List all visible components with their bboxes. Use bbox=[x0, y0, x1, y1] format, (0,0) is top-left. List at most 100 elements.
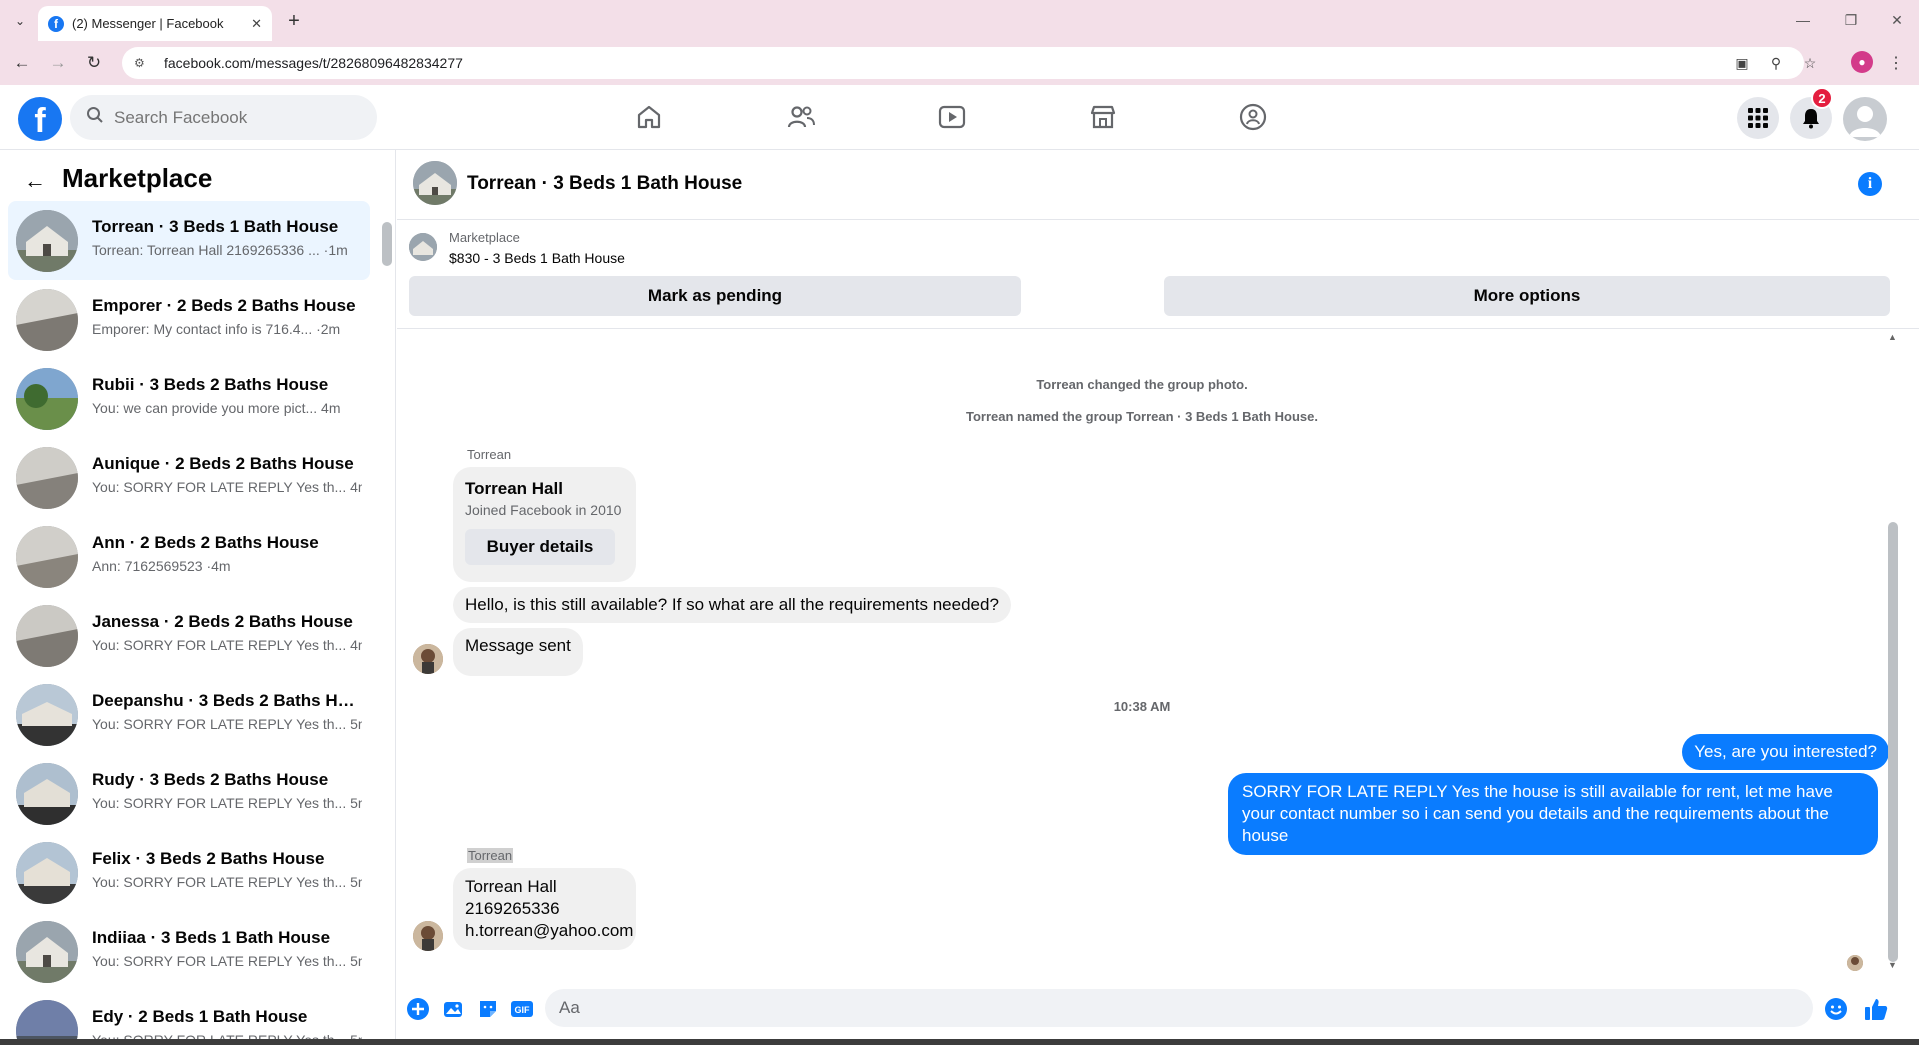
restore-icon[interactable]: ❐ bbox=[1836, 8, 1866, 32]
reload-icon[interactable]: ↻ bbox=[82, 51, 106, 75]
search-icon bbox=[86, 106, 104, 129]
listing-thumbnail[interactable] bbox=[409, 233, 437, 261]
home-icon bbox=[637, 105, 661, 129]
conversation-item[interactable]: Ann · 2 Beds 2 Baths House Ann: 71625695… bbox=[8, 517, 370, 596]
conversation-preview: You: SORRY FOR LATE REPLY Yes th... 5m bbox=[92, 716, 362, 732]
conversation-name: Felix · 3 Beds 2 Baths House bbox=[92, 849, 325, 868]
notification-badge: 2 bbox=[1811, 87, 1833, 109]
chat-header: Torrean · 3 Beds 1 Bath House i bbox=[397, 150, 1919, 220]
message-thread: Torrean changed the group photo. Torrean… bbox=[397, 330, 1897, 980]
conversation-item[interactable]: Emporer · 2 Beds 2 Baths House Emporer: … bbox=[8, 280, 370, 359]
browser-tab[interactable]: f (2) Messenger | Facebook ✕ bbox=[38, 6, 272, 41]
emoji-icon[interactable] bbox=[1823, 996, 1849, 1022]
conversation-item[interactable]: Indiiaa · 3 Beds 1 Bath House You: SORRY… bbox=[8, 912, 370, 991]
conversation-item[interactable]: Aunique · 2 Beds 2 Baths House You: SORR… bbox=[8, 438, 370, 517]
conversation-name: Rubii · 3 Beds 2 Baths House bbox=[92, 375, 329, 394]
chat-title[interactable]: Torrean · 3 Beds 1 Bath House bbox=[467, 173, 742, 195]
account-avatar[interactable] bbox=[1843, 97, 1887, 141]
conversation-preview: You: SORRY FOR LATE REPLY Yes th... 5m bbox=[92, 953, 362, 969]
site-info-icon[interactable]: ⚙ bbox=[134, 56, 154, 70]
system-message: Torrean changed the group photo. bbox=[1036, 377, 1248, 392]
search-input[interactable] bbox=[114, 107, 354, 128]
tab-search-chevron-icon[interactable]: ⌄ bbox=[8, 9, 32, 33]
menu-button[interactable] bbox=[1737, 97, 1779, 139]
conversation-name: Janessa · 2 Beds 2 Baths House bbox=[92, 612, 353, 631]
chat-scrollbar[interactable]: ▲ ▼ bbox=[1885, 330, 1899, 970]
nav-home[interactable] bbox=[594, 91, 704, 143]
incoming-message[interactable]: Message sent bbox=[453, 628, 583, 676]
browser-profile-icon[interactable]: ● bbox=[1851, 51, 1873, 73]
conversation-item[interactable]: Janessa · 2 Beds 2 Baths House You: SORR… bbox=[8, 596, 370, 675]
mark-as-pending-button[interactable]: Mark as pending bbox=[409, 276, 1021, 316]
conversation-sidebar: ← Marketplace Torrean · 3 Beds 1 Bath Ho… bbox=[0, 150, 396, 1045]
back-arrow-icon[interactable]: ← bbox=[20, 166, 50, 196]
window-close-icon[interactable]: ✕ bbox=[1882, 8, 1912, 32]
gif-icon[interactable]: GIF bbox=[509, 996, 535, 1022]
more-options-button[interactable]: More options bbox=[1164, 276, 1890, 316]
url-text[interactable]: facebook.com/messages/t/2826809648283427… bbox=[164, 55, 463, 71]
conversation-item[interactable]: Rudy · 3 Beds 2 Baths House You: SORRY F… bbox=[8, 754, 370, 833]
group-photo-avatar[interactable] bbox=[413, 161, 457, 205]
video-icon bbox=[938, 105, 966, 129]
conversation-item[interactable]: Rubii · 3 Beds 2 Baths House You: we can… bbox=[8, 359, 370, 438]
conversation-item[interactable]: Torrean · 3 Beds 1 Bath House Torrean: T… bbox=[8, 201, 370, 280]
chat-scroll-thumb[interactable] bbox=[1888, 522, 1898, 962]
thumbs-up-icon[interactable] bbox=[1863, 996, 1889, 1022]
sender-avatar[interactable] bbox=[413, 921, 443, 951]
conversation-preview: Ann: 7162569523 ·4m bbox=[92, 558, 231, 574]
back-arrow-icon[interactable]: ← bbox=[10, 51, 34, 75]
search-box[interactable] bbox=[70, 95, 377, 140]
minimize-icon[interactable]: — bbox=[1788, 8, 1818, 32]
bookmark-star-icon[interactable]: ☆ bbox=[1800, 53, 1820, 73]
sidebar-scrollbar[interactable] bbox=[380, 212, 392, 1034]
listing-title[interactable]: $830 - 3 Beds 1 Bath House bbox=[449, 250, 625, 266]
buyer-details-button[interactable]: Buyer details bbox=[465, 529, 615, 565]
plus-icon[interactable] bbox=[405, 996, 431, 1022]
conversation-preview: You: SORRY FOR LATE REPLY Yes th... 5m bbox=[92, 874, 362, 890]
sidebar-scroll-thumb[interactable] bbox=[382, 222, 392, 266]
facebook-logo-icon[interactable]: f bbox=[18, 97, 62, 141]
house-photo-avatar bbox=[16, 526, 78, 588]
house-photo-avatar bbox=[16, 763, 78, 825]
groups-icon bbox=[1239, 103, 1267, 131]
nav-marketplace[interactable] bbox=[1048, 91, 1158, 143]
nav-groups[interactable] bbox=[1198, 91, 1308, 143]
conversation-item[interactable]: Edy · 2 Beds 1 Bath House You: SORRY FOR… bbox=[8, 991, 370, 1045]
conversation-preview: You: we can provide you more pict... 4m bbox=[92, 400, 341, 416]
scroll-up-icon[interactable]: ▲ bbox=[1888, 332, 1897, 342]
zoom-icon[interactable]: ⚲ bbox=[1766, 53, 1786, 73]
outgoing-message[interactable]: Yes, are you interested? bbox=[1682, 734, 1889, 770]
scroll-down-icon[interactable]: ▼ bbox=[1888, 960, 1897, 970]
incoming-message[interactable]: Torrean Hall 2169265336 h.torrean@yahoo.… bbox=[453, 868, 636, 950]
incoming-message[interactable]: Hello, is this still available? If so wh… bbox=[453, 587, 1011, 623]
house-photo-avatar bbox=[16, 447, 78, 509]
house-photo-avatar bbox=[16, 605, 78, 667]
nav-video[interactable] bbox=[897, 91, 1007, 143]
new-tab-icon[interactable]: + bbox=[282, 9, 306, 33]
forward-arrow-icon[interactable]: → bbox=[46, 51, 70, 75]
install-app-icon[interactable]: ▣ bbox=[1732, 53, 1752, 73]
outgoing-message[interactable]: SORRY FOR LATE REPLY Yes the house is st… bbox=[1228, 773, 1878, 855]
conversation-list: Torrean · 3 Beds 1 Bath House Torrean: T… bbox=[8, 201, 370, 1045]
conversation-name: Emporer · 2 Beds 2 Baths House bbox=[92, 296, 356, 315]
nav-friends[interactable] bbox=[746, 91, 856, 143]
conversation-item[interactable]: Felix · 3 Beds 2 Baths House You: SORRY … bbox=[8, 833, 370, 912]
svg-text:GIF: GIF bbox=[515, 1005, 531, 1015]
browser-menu-icon[interactable]: ⋮ bbox=[1886, 51, 1906, 75]
conversation-preview: Emporer: My contact info is 716.4... ·2m bbox=[92, 321, 341, 337]
sender-avatar[interactable] bbox=[413, 644, 443, 674]
conversation-item[interactable]: Deepanshu · 3 Beds 2 Baths Hou... You: S… bbox=[8, 675, 370, 754]
address-bar[interactable]: ⚙ facebook.com/messages/t/28268096482834… bbox=[122, 47, 1816, 79]
listing-source: Marketplace bbox=[449, 230, 520, 245]
conversation-preview: You: SORRY FOR LATE REPLY Yes th... 5m bbox=[92, 795, 362, 811]
sticker-icon[interactable] bbox=[475, 996, 501, 1022]
conversation-info-icon[interactable]: i bbox=[1858, 172, 1882, 196]
house-photo-avatar bbox=[16, 289, 78, 351]
message-line: 2169265336 bbox=[465, 899, 560, 918]
photo-icon[interactable] bbox=[440, 996, 466, 1022]
tab-close-icon[interactable]: ✕ bbox=[251, 16, 262, 32]
marketplace-listing-bar: Marketplace $830 - 3 Beds 1 Bath House M… bbox=[397, 221, 1919, 329]
conversation-name: Rudy · 3 Beds 2 Baths House bbox=[92, 770, 329, 789]
conversation-preview: You: SORRY FOR LATE REPLY Yes th... 4m bbox=[92, 637, 362, 653]
message-input[interactable] bbox=[545, 989, 1813, 1027]
